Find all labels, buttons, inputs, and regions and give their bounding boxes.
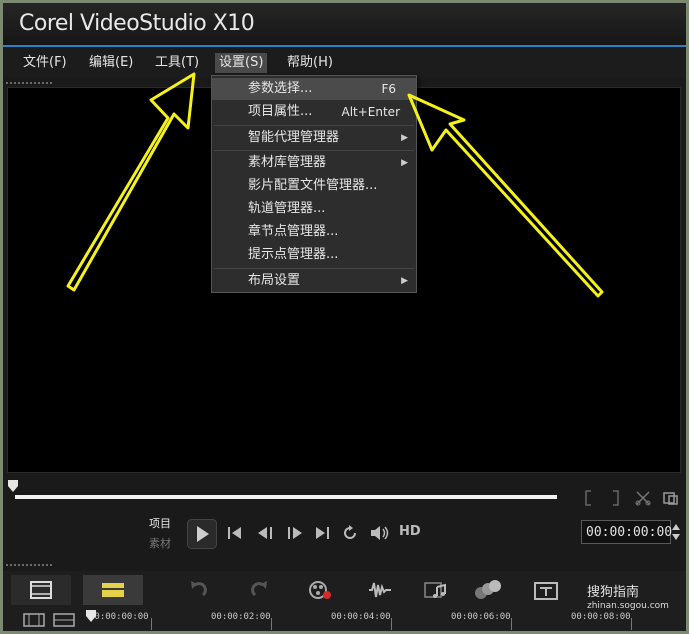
subtitle-editor-icon[interactable]: [533, 581, 559, 601]
timeline-view-button[interactable]: [83, 575, 143, 605]
menu-item-label: 影片配置文件管理器...: [248, 178, 378, 193]
menu-item-track-manager[interactable]: 轨道管理器...: [212, 198, 416, 220]
menu-tools[interactable]: 工具(T): [151, 53, 203, 73]
previous-frame-icon[interactable]: [255, 525, 277, 541]
play-button[interactable]: [187, 519, 217, 549]
ruler-label: 00:00:06:00: [451, 612, 511, 622]
enlarge-preview-icon[interactable]: [663, 490, 679, 506]
timecode-display[interactable]: 00:00:00:00: [581, 520, 672, 544]
menu-item-label: 智能代理管理器: [248, 130, 340, 145]
menu-file[interactable]: 文件(F): [19, 53, 71, 73]
menu-item-label: 提示点管理器...: [248, 247, 339, 262]
record-capture-icon[interactable]: [308, 579, 334, 601]
undo-icon[interactable]: [187, 579, 209, 601]
menu-edit[interactable]: 编辑(E): [85, 53, 137, 73]
submenu-arrow-icon: ▶: [401, 158, 408, 168]
scrubber-track[interactable]: [15, 495, 557, 499]
menu-item-label: 素材库管理器: [248, 155, 327, 170]
menu-item-label: 轨道管理器...: [248, 201, 326, 216]
ruler-tick: [511, 618, 512, 630]
hd-toggle[interactable]: HD: [399, 524, 421, 539]
menu-item-smart-proxy-manager[interactable]: 智能代理管理器 ▶: [212, 127, 416, 149]
menu-item-label: 项目属性...: [248, 104, 313, 119]
menu-item-chapter-point-manager[interactable]: 章节点管理器...: [212, 221, 416, 243]
next-frame-icon[interactable]: [284, 525, 306, 541]
scrubber-handle[interactable]: [8, 480, 18, 492]
submenu-arrow-icon: ▶: [401, 133, 408, 143]
ruler-tick: [271, 618, 272, 630]
menu-item-label: 参数选择...: [248, 81, 313, 96]
auto-music-icon[interactable]: [423, 579, 449, 601]
timeline-playhead[interactable]: [85, 609, 97, 623]
menu-item-project-properties[interactable]: 项目属性... Alt+Enter: [212, 101, 416, 123]
ruler-tick: [151, 618, 152, 630]
ruler-tick: [631, 618, 632, 630]
menu-item-cue-point-manager[interactable]: 提示点管理器...: [212, 244, 416, 266]
title-bar: Corel VideoStudio X10: [3, 3, 686, 45]
menu-item-shortcut: Alt+Enter: [341, 105, 400, 119]
watermark-url: zhinan.sogou.com: [587, 601, 669, 611]
menu-bar: 文件(F) 编辑(E) 工具(T) 设置(S) 帮助(H): [3, 47, 686, 77]
submenu-arrow-icon: ▶: [401, 276, 408, 286]
menu-item-shortcut: F6: [381, 82, 396, 96]
go-to-end-icon[interactable]: [313, 525, 331, 541]
watermark-text: 搜狗指南: [587, 585, 640, 600]
menu-settings[interactable]: 设置(S): [215, 53, 268, 73]
ruler-label: 00:00:08:00: [571, 612, 631, 622]
ruler-tick: [391, 618, 392, 630]
ruler-label: 00:00:02:00: [211, 612, 271, 622]
mark-out-icon[interactable]: [609, 490, 621, 506]
settings-dropdown-menu: 参数选择... F6 项目属性... Alt+Enter 智能代理管理器 ▶ 素…: [211, 75, 417, 293]
menu-separator: [214, 268, 414, 269]
mark-in-icon[interactable]: [583, 490, 595, 506]
mode-project[interactable]: 项目: [149, 515, 171, 531]
menu-item-label: 章节点管理器...: [248, 224, 339, 239]
menu-help[interactable]: 帮助(H): [283, 53, 337, 73]
menu-item-library-manager[interactable]: 素材库管理器 ▶: [212, 152, 416, 174]
timeline-grip[interactable]: [5, 563, 53, 567]
volume-icon[interactable]: [369, 524, 391, 542]
mode-clip[interactable]: 素材: [149, 535, 171, 551]
app-title: Corel VideoStudio X10: [19, 11, 255, 36]
go-to-start-icon[interactable]: [226, 525, 244, 541]
menu-item-layout-settings[interactable]: 布局设置 ▶: [212, 270, 416, 292]
app-window: Corel VideoStudio X10 文件(F) 编辑(E) 工具(T) …: [3, 3, 686, 631]
ruler-label: 00:00:00:00: [89, 612, 149, 622]
redo-icon[interactable]: [249, 579, 271, 601]
menu-item-movie-profile-manager[interactable]: 影片配置文件管理器...: [212, 175, 416, 197]
menu-item-preferences[interactable]: 参数选择... F6: [212, 78, 416, 100]
menu-item-label: 布局设置: [248, 273, 301, 288]
menu-separator: [214, 125, 414, 126]
repeat-icon[interactable]: [341, 524, 359, 542]
sound-mixer-icon[interactable]: [367, 579, 393, 601]
motion-tracking-icon[interactable]: [473, 579, 503, 601]
track-manager-icon[interactable]: [53, 613, 75, 627]
show-all-tracks-icon[interactable]: [23, 613, 45, 627]
ruler-label: 00:00:04:00: [331, 612, 391, 622]
menu-separator: [214, 150, 414, 151]
scissors-icon[interactable]: [635, 490, 651, 506]
timecode-stepper-icon[interactable]: [671, 521, 681, 543]
panel-grip[interactable]: [5, 81, 53, 85]
storyboard-view-button[interactable]: [11, 575, 71, 605]
